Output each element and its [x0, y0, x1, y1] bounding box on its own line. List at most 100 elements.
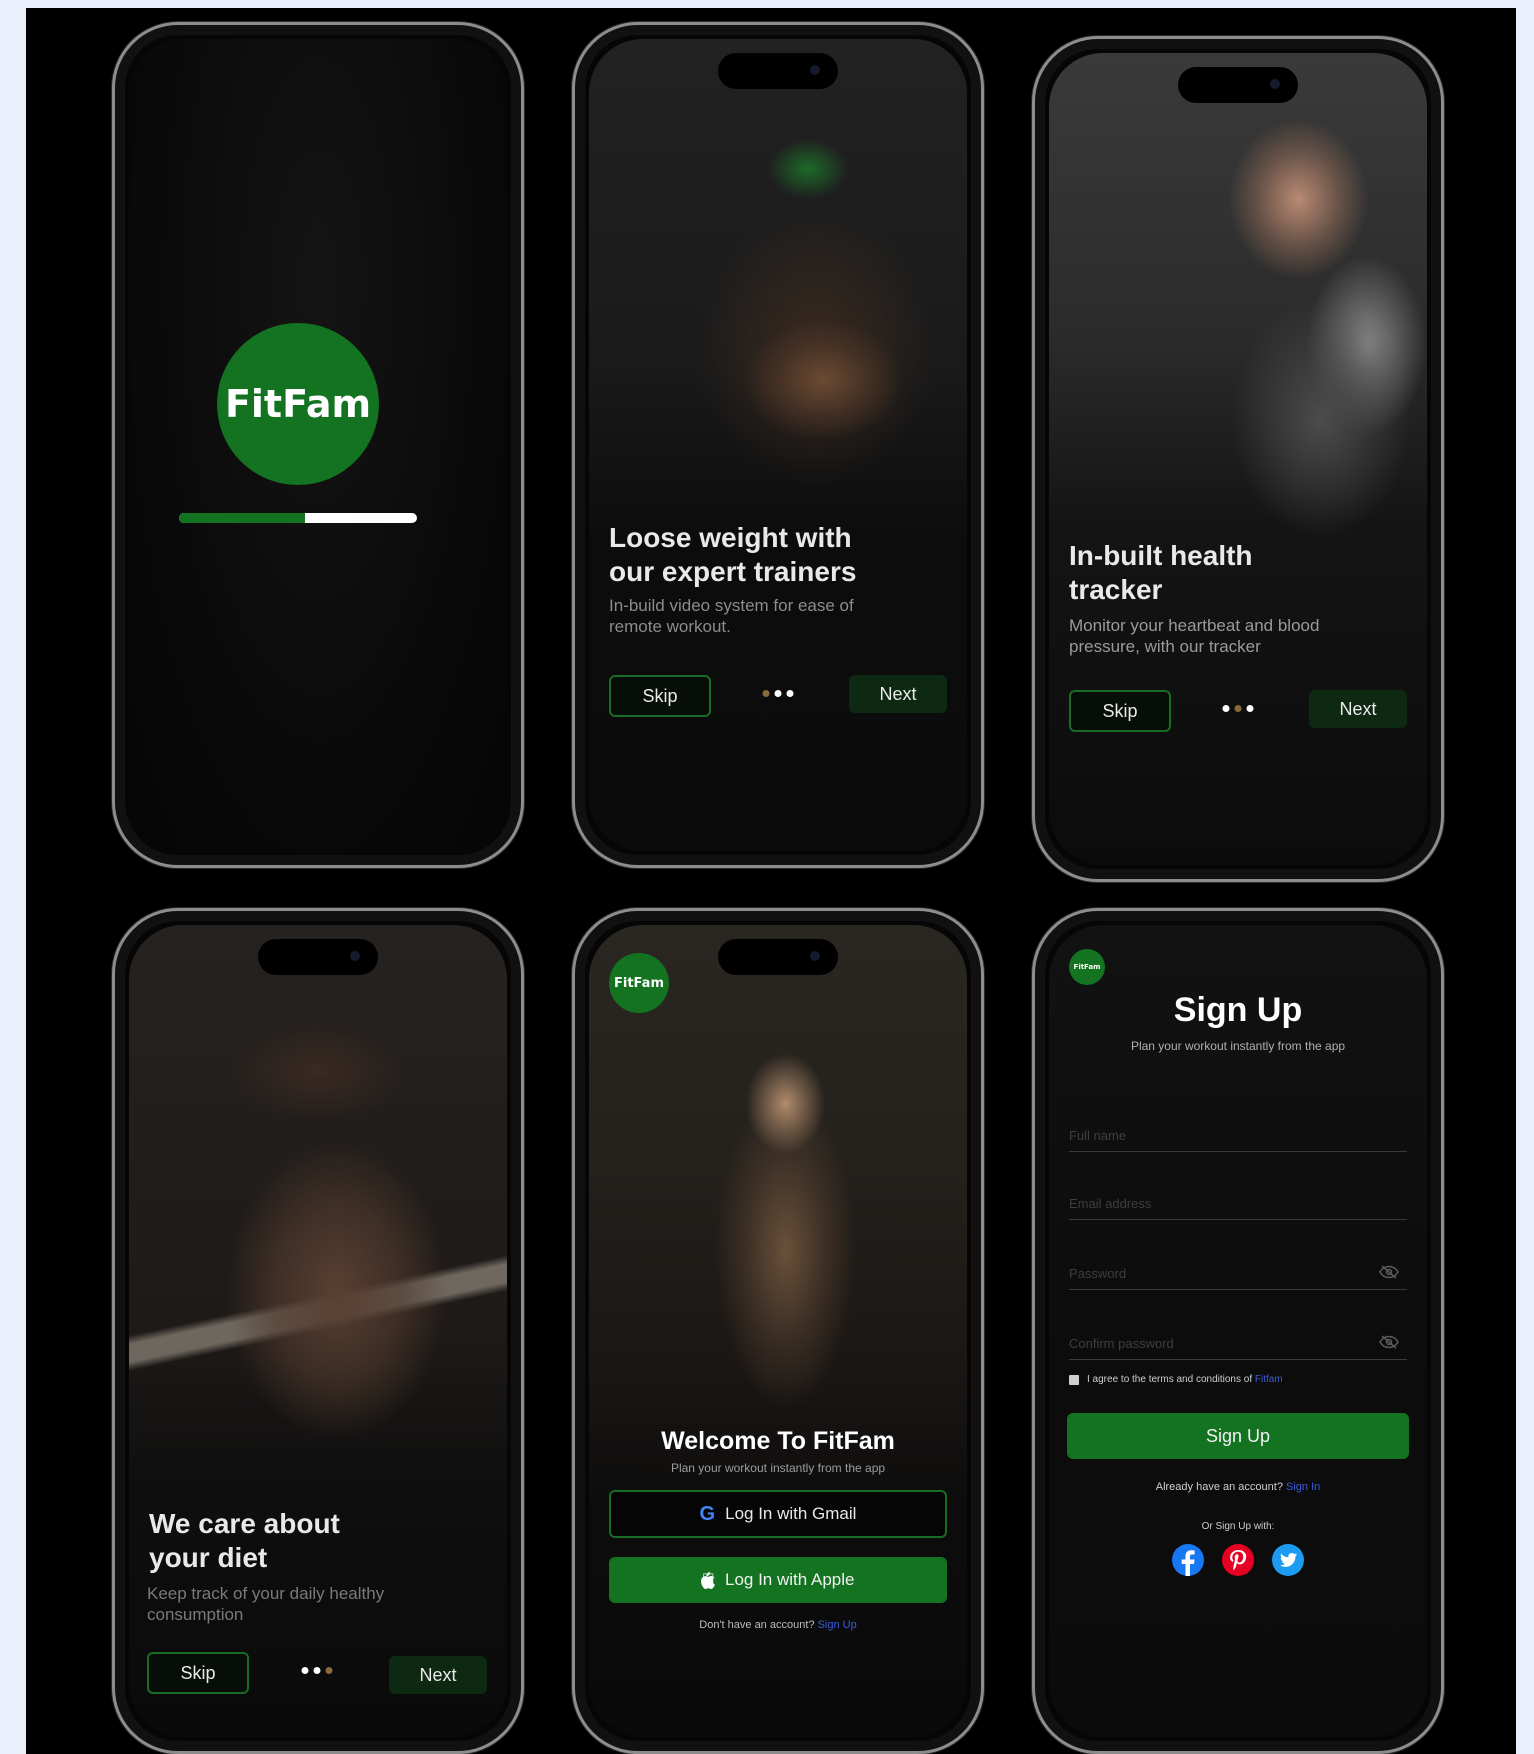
page-dot: [774, 690, 782, 697]
eye-off-icon[interactable]: [1379, 1335, 1399, 1349]
page-dot: [786, 690, 794, 697]
dynamic-island: [718, 53, 838, 89]
signin-link[interactable]: Sign In: [1286, 1481, 1320, 1493]
facebook-icon[interactable]: [1171, 1543, 1205, 1577]
page-indicator: [301, 1667, 333, 1674]
onboarding-nav: Skip Next: [1069, 690, 1407, 732]
dynamic-island: [1178, 67, 1298, 103]
title-line-2: tracker: [1069, 574, 1163, 605]
apple-logo-icon: [701, 1572, 715, 1589]
apple-button-label: Log In with Apple: [718, 1570, 854, 1589]
or-signup-with-text: Or Sign Up with:: [1201, 1521, 1275, 1532]
signup-submit-button[interactable]: Sign Up: [1067, 1413, 1409, 1459]
confirm-password-field[interactable]: Confirm password: [1069, 1319, 1407, 1360]
email-field[interactable]: Email address: [1069, 1179, 1407, 1220]
title-line-2: our expert trainers: [609, 556, 857, 587]
dynamic-island: [258, 939, 378, 975]
phone-welcome: FitFam Welcome To FitFam Plan your worko…: [572, 908, 984, 1754]
loading-progress-fill: [179, 513, 306, 523]
skip-button[interactable]: Skip: [609, 675, 711, 717]
password-placeholder: Password: [1069, 1266, 1127, 1281]
onboarding-subtitle: Monitor your heartbeat and blood pressur…: [1069, 615, 1319, 657]
onboarding-nav: Skip Next: [147, 1652, 487, 1694]
onboarding-nav: Skip Next: [609, 675, 947, 717]
pinterest-icon[interactable]: [1221, 1543, 1255, 1577]
phone-onboarding-tracker: In-built health tracker Monitor your hea…: [1032, 36, 1444, 882]
onboarding-title: Loose weight with our expert trainers: [609, 521, 856, 589]
next-button[interactable]: Next: [849, 675, 947, 713]
have-account-row: Already have an account? Sign In: [1049, 1481, 1427, 1493]
page-indicator: [1222, 705, 1254, 712]
subtitle-line-2: consumption: [147, 1605, 244, 1624]
dynamic-island: [718, 939, 838, 975]
full-name-field[interactable]: Full name: [1069, 1111, 1407, 1152]
signup-link[interactable]: Sign Up: [818, 1619, 857, 1631]
phone-onboarding-diet: We care about your diet Keep track of yo…: [112, 908, 524, 1754]
email-placeholder: Email address: [1069, 1196, 1152, 1211]
fitfam-logo: FitFam: [217, 323, 379, 485]
woman-with-phone-photo: [1049, 53, 1427, 865]
signup-screen: FitFam Sign Up Plan your workout instant…: [1049, 925, 1427, 1737]
page-dot: [325, 1667, 333, 1674]
subtitle-line-2: pressure, with our tracker: [1069, 637, 1261, 656]
mockup-canvas: FitFam Loose weight with our expert trai…: [26, 8, 1516, 1754]
next-button[interactable]: Next: [389, 1656, 487, 1694]
title-line-2: your diet: [149, 1542, 268, 1573]
gmail-login-button[interactable]: G Log In with Gmail: [609, 1490, 947, 1538]
onboarding-subtitle: Keep track of your daily healthy consump…: [147, 1583, 384, 1625]
fitfam-logo: FitFam: [609, 953, 669, 1013]
trainer-kettlebell-photo: [589, 39, 967, 851]
next-button[interactable]: Next: [1309, 690, 1407, 728]
welcome-title: Welcome To FitFam: [661, 1427, 895, 1455]
social-row: [1049, 1543, 1427, 1577]
welcome-screen: FitFam Welcome To FitFam Plan your worko…: [589, 925, 967, 1737]
onboarding-subtitle: In-build video system for ease of remote…: [609, 595, 854, 637]
google-icon: G: [699, 1502, 716, 1525]
page-indicator: [762, 690, 794, 697]
confirm-password-placeholder: Confirm password: [1069, 1336, 1174, 1351]
splash-screen: FitFam: [129, 39, 507, 851]
page-dot: [1234, 705, 1242, 712]
terms-checkbox[interactable]: [1069, 1374, 1079, 1385]
no-account-text: Don't have an account?: [699, 1619, 815, 1631]
phone-splash: FitFam: [112, 22, 524, 868]
have-account-text: Already have an account?: [1155, 1481, 1283, 1493]
title-line-1: Loose weight with: [609, 522, 852, 553]
subtitle-line-1: Monitor your heartbeat and blood: [1069, 616, 1320, 635]
skip-button[interactable]: Skip: [147, 1652, 249, 1694]
terms-link[interactable]: Fitfam: [1255, 1374, 1283, 1385]
woman-battle-ropes-photo: [589, 925, 967, 1737]
eye-off-icon[interactable]: [1379, 1265, 1399, 1279]
page-dot: [762, 690, 770, 697]
title-line-1: In-built health: [1069, 540, 1253, 571]
onboarding-trainers-screen: Loose weight with our expert trainers In…: [589, 39, 967, 851]
phone-onboarding-trainers: Loose weight with our expert trainers In…: [572, 22, 984, 868]
gmail-button-label: Log In with Gmail: [725, 1504, 857, 1523]
terms-text: I agree to the terms and conditions of: [1087, 1374, 1253, 1385]
logo-text: FitFam: [1073, 963, 1101, 971]
skip-button[interactable]: Skip: [1069, 690, 1171, 732]
apple-login-button[interactable]:  Log In with Apple: [609, 1557, 947, 1603]
signup-title: Sign Up: [1173, 991, 1303, 1029]
subtitle-line-1: Keep track of your daily healthy: [147, 1584, 385, 1603]
page-dot: [1222, 705, 1230, 712]
onboarding-diet-screen: We care about your diet Keep track of yo…: [129, 925, 507, 1737]
title-line-1: We care about: [149, 1508, 340, 1539]
page-dot: [313, 1667, 321, 1674]
onboarding-title: In-built health tracker: [1069, 539, 1253, 607]
logo-text: FitFam: [614, 975, 664, 991]
loading-progress-bar: [179, 513, 417, 523]
fitfam-logo: FitFam: [1069, 949, 1105, 985]
terms-row: I agree to the terms and conditions of F…: [1069, 1374, 1283, 1385]
phone-signup: FitFam Sign Up Plan your workout instant…: [1032, 908, 1444, 1754]
full-name-placeholder: Full name: [1069, 1128, 1127, 1143]
subtitle-line-1: In-build video system for ease of: [609, 596, 854, 615]
no-account-row: Don't have an account? Sign Up: [589, 1619, 967, 1631]
welcome-subtitle: Plan your workout instantly from the app: [670, 1461, 886, 1475]
password-field[interactable]: Password: [1069, 1249, 1407, 1290]
logo-text: FitFam: [224, 382, 372, 426]
twitter-icon[interactable]: [1271, 1543, 1305, 1577]
onboarding-title: We care about your diet: [149, 1507, 340, 1575]
subtitle-line-2: remote workout.: [609, 617, 731, 636]
page-dot: [1246, 705, 1254, 712]
